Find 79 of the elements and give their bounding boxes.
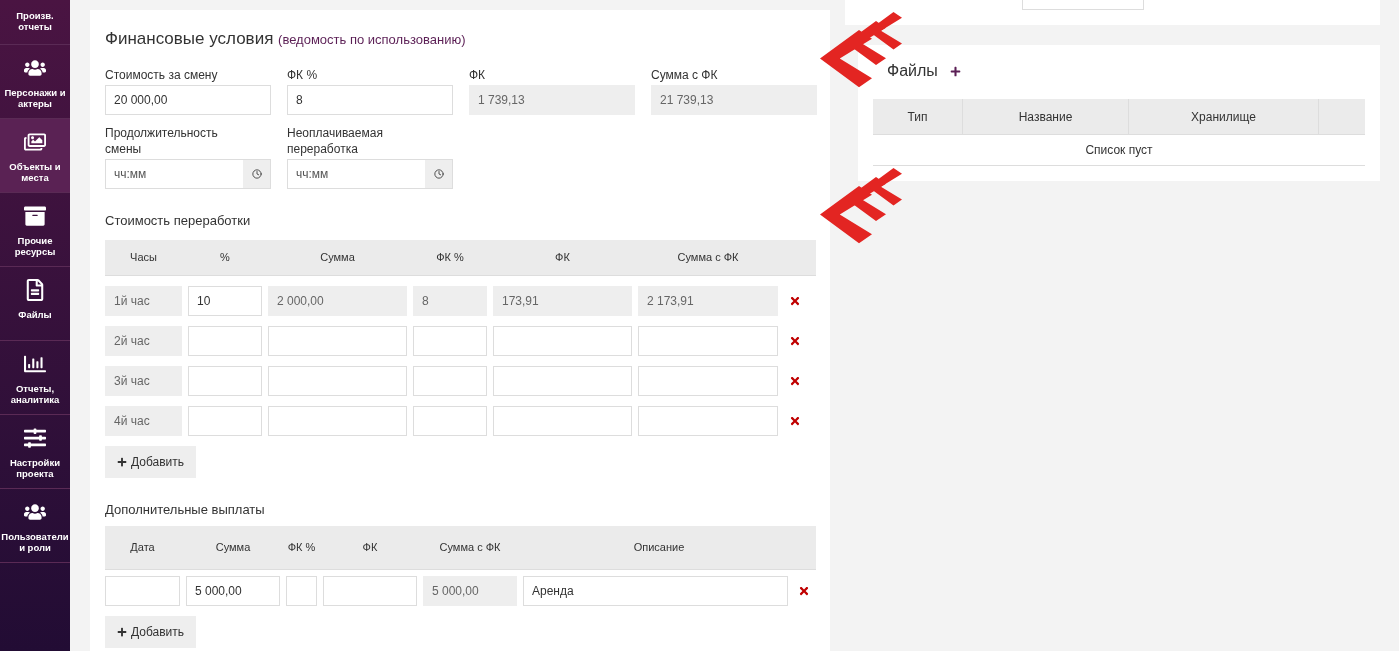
archive-box-icon: [24, 205, 46, 227]
add-button[interactable]: Добавить: [105, 446, 197, 478]
plus-icon: [117, 457, 127, 467]
section-title: Финансовые условия (ведомость по использованию): [105, 28, 467, 50]
table-field[interactable]: [413, 326, 487, 356]
field-label: Продолжительность смены: [105, 124, 219, 157]
sidebar-item[interactable]: Пользователи и роли: [0, 489, 70, 563]
table-field[interactable]: [493, 326, 632, 356]
users-icon: [24, 57, 46, 79]
sidebar-item[interactable]: Настройки проекта: [0, 415, 70, 489]
column-header: Название: [963, 99, 1129, 134]
table-field[interactable]: 4й час: [105, 406, 182, 436]
table-field[interactable]: [188, 406, 262, 436]
table-field[interactable]: 3й час: [105, 366, 182, 396]
column-header: Хранилище: [1129, 99, 1319, 134]
column-header: Сумма: [214, 540, 252, 555]
section-title: Дополнительные выплаты: [105, 501, 266, 519]
table-field[interactable]: [268, 366, 407, 396]
table-field[interactable]: Аренда: [523, 575, 788, 606]
section-title: Файлы: [887, 61, 938, 81]
table-field[interactable]: [413, 366, 487, 396]
table-field[interactable]: [188, 366, 262, 396]
text-field[interactable]: 21 739,13: [651, 84, 817, 115]
table-field[interactable]: [638, 366, 778, 396]
column-header: Сумма: [319, 250, 356, 266]
table-field[interactable]: [188, 326, 262, 356]
column-header: ФК: [554, 250, 571, 266]
empty-list-text: Список пуст: [1085, 142, 1153, 159]
sidebar-item[interactable]: Объекты и места: [0, 119, 70, 193]
column-header: ФК: [361, 540, 379, 555]
field-label: ФК: [469, 66, 487, 82]
table-field[interactable]: [638, 406, 778, 436]
add-button[interactable]: Добавить: [105, 615, 197, 648]
plus-icon: [117, 626, 127, 637]
section-title: Стоимость переработки: [105, 211, 252, 230]
column-header: Сумма с ФК: [676, 250, 740, 266]
column-header: ФК %: [435, 250, 465, 266]
sidebar-item[interactable]: Отчеты, аналитика: [0, 341, 70, 415]
table-field[interactable]: 2й час: [105, 326, 182, 356]
bar-chart-icon: [24, 353, 46, 375]
table-field[interactable]: [268, 326, 407, 356]
field-label: Неоплачиваемая переработка: [287, 124, 384, 157]
column-header: Часы: [129, 250, 158, 266]
table-field[interactable]: [493, 406, 632, 436]
table-field[interactable]: [323, 575, 417, 606]
sliders-icon: [24, 427, 46, 449]
sidebar-item[interactable]: Прочие ресурсы: [0, 193, 70, 267]
text-field[interactable]: 8: [287, 84, 453, 115]
table-field[interactable]: 173,91: [493, 286, 632, 316]
table-field[interactable]: 8: [413, 286, 487, 316]
table-field[interactable]: 2 173,91: [638, 286, 778, 316]
table-field[interactable]: [413, 406, 487, 436]
table-field[interactable]: 2 000,00: [268, 286, 407, 316]
column-header: Сумма с ФК: [438, 540, 502, 555]
column-header: Описание: [632, 540, 686, 555]
text-field[interactable]: 20 000,00: [105, 84, 271, 115]
sidebar-item[interactable]: Произв. отчеты: [0, 0, 70, 45]
table-field[interactable]: [286, 575, 317, 606]
column-header: Тип: [873, 99, 963, 134]
table-field[interactable]: 5 000,00: [423, 575, 517, 606]
add-icon[interactable]: [949, 65, 961, 77]
table-field[interactable]: [268, 406, 407, 436]
column-header: Дата: [129, 540, 156, 555]
file-icon: [24, 279, 46, 301]
column-header: ФК %: [286, 540, 317, 555]
column-header: %: [219, 250, 231, 266]
users-icon: [24, 501, 46, 523]
text-field[interactable]: 1 739,13: [469, 84, 635, 115]
field-label: Сумма с ФК: [651, 66, 719, 82]
table-field[interactable]: [638, 326, 778, 356]
table-field[interactable]: [493, 366, 632, 396]
field-label: ФК %: [287, 66, 319, 82]
table-field[interactable]: 5 000,00: [186, 575, 280, 606]
field-label: Стоимость за смену: [105, 66, 219, 82]
sidebar-item[interactable]: Файлы: [0, 267, 70, 341]
images-icon: [24, 131, 46, 153]
table-field[interactable]: 1й час: [105, 286, 182, 316]
table-field[interactable]: 10: [188, 286, 262, 316]
table-field[interactable]: [105, 575, 180, 606]
